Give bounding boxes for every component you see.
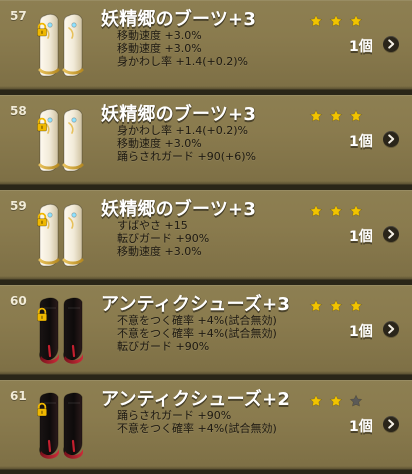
stat-line: 不意をつく確率 +4%(試合無効) — [117, 327, 277, 340]
item-row[interactable]: 61 アンティクシューズ+2 踊らされガード +90% 不意をつく確率 +4%(… — [0, 380, 412, 470]
stat-line: 転びガード +90% — [117, 232, 210, 245]
item-detail-button[interactable] — [383, 321, 399, 337]
star-empty-icon — [349, 393, 363, 407]
item-detail-button[interactable] — [383, 226, 399, 242]
rarity-stars — [309, 203, 365, 217]
star-icon — [309, 393, 323, 407]
stat-line: 不意をつく確率 +4%(試合無効) — [117, 314, 277, 327]
antique-shoes-icon — [34, 295, 94, 367]
item-row[interactable]: 57 妖精郷のブーツ+3 移動速度 +3.0% 移動速度 +3.0% 身かわし率… — [0, 0, 412, 90]
inventory-list: 57 妖精郷のブーツ+3 移動速度 +3.0% 移動速度 +3.0% 身かわし率… — [0, 0, 412, 474]
star-icon — [329, 203, 343, 217]
stat-line: 移動速度 +3.0% — [117, 137, 202, 150]
item-detail-button[interactable] — [383, 131, 399, 147]
item-quantity: 1個 — [349, 324, 373, 340]
stat-line: 踊らされガード +90(+6)% — [117, 150, 256, 163]
star-icon — [349, 13, 363, 27]
item-row[interactable]: 58 妖精郷のブーツ+3 身かわし率 +1.4(+0.2)% 移動速度 +3.0… — [0, 95, 412, 185]
item-quantity: 1個 — [349, 419, 373, 435]
fairy-boots-icon — [34, 105, 94, 177]
item-number: 57 — [10, 9, 27, 23]
stat-line: 移動速度 +3.0% — [117, 245, 202, 258]
stat-line: 身かわし率 +1.4(+0.2)% — [117, 124, 248, 137]
item-number: 59 — [10, 199, 27, 213]
item-stats: 踊らされガード +90% 不意をつく確率 +4%(試合無効) — [117, 409, 277, 435]
star-icon — [329, 13, 343, 27]
item-row[interactable]: 59 妖精郷のブーツ+3 すばやさ +15 転びガード +90% 移動速度 +3… — [0, 190, 412, 280]
rarity-stars — [309, 108, 365, 122]
rarity-stars — [309, 298, 365, 312]
star-icon — [329, 393, 343, 407]
item-name: 妖精郷のブーツ+3 — [101, 104, 257, 125]
star-icon — [349, 298, 363, 312]
item-quantity: 1個 — [349, 39, 373, 55]
item-number: 58 — [10, 104, 27, 118]
lock-icon — [34, 22, 50, 38]
item-number: 60 — [10, 294, 27, 308]
rarity-stars — [309, 13, 365, 27]
star-icon — [309, 13, 323, 27]
fairy-boots-icon — [34, 10, 94, 82]
item-quantity: 1個 — [349, 229, 373, 245]
stat-line: 移動速度 +3.0% — [117, 42, 202, 55]
item-row[interactable]: 60 アンティクシューズ+3 不意をつく確率 +4%(試合無効) 不意をつく確率… — [0, 285, 412, 375]
stat-line: 身かわし率 +1.4(+0.2)% — [117, 55, 248, 68]
rarity-stars — [309, 393, 365, 407]
star-icon — [329, 298, 343, 312]
item-name: 妖精郷のブーツ+3 — [101, 199, 257, 220]
stat-line: 踊らされガード +90% — [117, 409, 232, 422]
antique-shoes-icon — [34, 390, 94, 462]
lock-icon — [34, 307, 50, 323]
item-name: 妖精郷のブーツ+3 — [101, 9, 257, 30]
stat-line: 不意をつく確率 +4%(試合無効) — [117, 422, 277, 435]
fairy-boots-icon — [34, 200, 94, 272]
item-detail-button[interactable] — [383, 36, 399, 52]
star-icon — [349, 108, 363, 122]
stat-line: 転びガード +90% — [117, 340, 210, 353]
lock-icon — [34, 402, 50, 418]
stat-line: すばやさ +15 — [117, 219, 188, 232]
item-quantity: 1個 — [349, 134, 373, 150]
item-stats: すばやさ +15 転びガード +90% 移動速度 +3.0% — [117, 219, 209, 258]
star-icon — [349, 203, 363, 217]
star-icon — [309, 298, 323, 312]
lock-icon — [34, 212, 50, 228]
star-icon — [309, 108, 323, 122]
star-icon — [309, 203, 323, 217]
item-stats: 身かわし率 +1.4(+0.2)% 移動速度 +3.0% 踊らされガード +90(+… — [117, 124, 256, 163]
stat-line: 移動速度 +3.0% — [117, 29, 202, 42]
star-icon — [329, 108, 343, 122]
item-number: 61 — [10, 389, 27, 403]
item-stats: 移動速度 +3.0% 移動速度 +3.0% 身かわし率 +1.4(+0.2)% — [117, 29, 248, 68]
item-name: アンティクシューズ+3 — [101, 294, 291, 315]
item-stats: 不意をつく確率 +4%(試合無効) 不意をつく確率 +4%(試合無効) 転びガード … — [117, 314, 277, 353]
item-name: アンティクシューズ+2 — [101, 389, 291, 410]
lock-icon — [34, 117, 50, 133]
item-detail-button[interactable] — [383, 416, 399, 432]
